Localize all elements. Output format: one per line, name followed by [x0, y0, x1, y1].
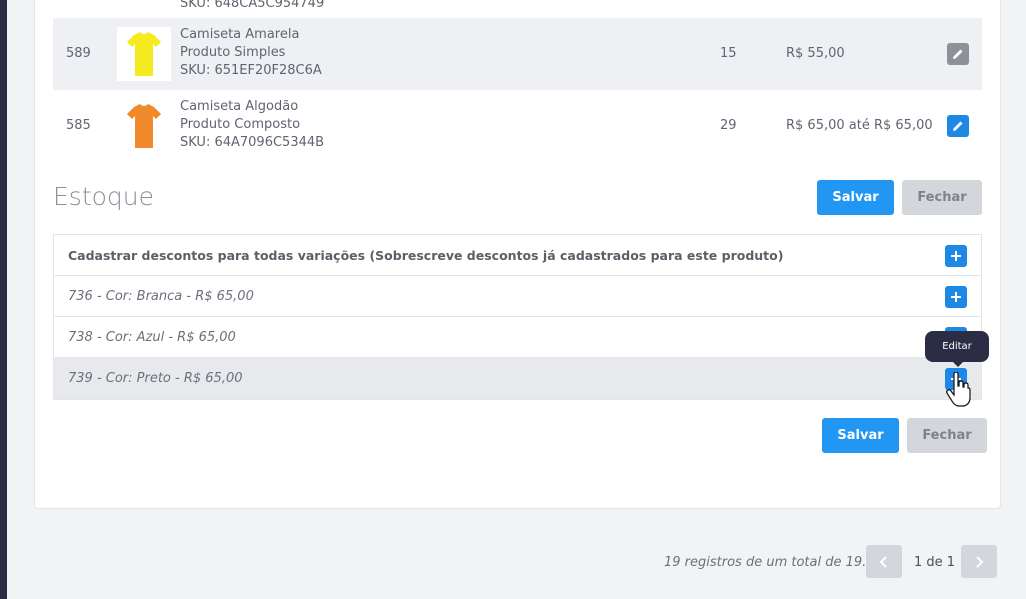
records-summary: 19 registros de um total de 19. [664, 555, 867, 570]
save-button[interactable]: Salvar [822, 418, 899, 453]
variant-row: 736 - Cor: Branca - R$ 65,00 [54, 276, 981, 317]
product-sku: SKU: 648CA5C954749 [180, 0, 325, 11]
product-name: Camiseta Amarela [180, 27, 300, 42]
product-sku: SKU: 651EF20F28C6A [180, 63, 322, 78]
product-price: R$ 55,00 [786, 46, 845, 61]
product-thumbnail [117, 99, 171, 153]
variant-row: 738 - Cor: Azul - R$ 65,00 [54, 317, 981, 358]
discount-all-variations-row: Cadastrar descontos para todas variações… [54, 235, 981, 276]
section-title: Estoque [53, 182, 155, 211]
variant-label: 739 - Cor: Preto - R$ 65,00 [68, 371, 243, 386]
previous-page-button[interactable] [866, 545, 902, 578]
plus-icon [951, 251, 961, 261]
page-indicator: 1 de 1 [914, 555, 956, 570]
save-button[interactable]: Salvar [817, 180, 894, 215]
hand-cursor-icon [946, 372, 971, 407]
discount-table: Cadastrar descontos para todas variações… [53, 234, 982, 400]
product-type: Produto Simples [180, 45, 286, 60]
chevron-right-icon [976, 555, 984, 568]
close-button[interactable]: Fechar [907, 418, 987, 453]
product-row: 585 Camiseta Algodão Produto Composto SK… [53, 90, 982, 162]
add-discount-button[interactable] [945, 245, 967, 267]
product-id: 589 [66, 46, 91, 61]
plus-icon [951, 292, 961, 302]
product-quantity: 29 [720, 118, 737, 133]
next-page-button[interactable] [961, 545, 997, 578]
close-button[interactable]: Fechar [902, 180, 982, 215]
discount-header-label: Cadastrar descontos para todas variações… [68, 247, 784, 263]
add-discount-button[interactable] [945, 286, 967, 308]
product-id: 585 [66, 118, 91, 133]
pencil-icon [953, 121, 963, 131]
product-name: Camiseta Algodão [180, 99, 299, 114]
variant-label: 736 - Cor: Branca - R$ 65,00 [68, 288, 254, 304]
product-price: R$ 65,00 até R$ 65,00 [786, 118, 933, 133]
edit-button[interactable] [947, 43, 969, 65]
left-sidebar-edge [0, 0, 7, 599]
tooltip-arrow [953, 362, 963, 367]
product-type: Produto Composto [180, 117, 301, 132]
edit-button[interactable] [947, 115, 969, 137]
product-sku: SKU: 64A7096C5344B [180, 135, 325, 150]
variant-label: 738 - Cor: Azul - R$ 65,00 [68, 329, 236, 345]
product-row: 589 Camiseta Amarela Produto Simples SKU… [53, 18, 982, 90]
chevron-left-icon [879, 555, 887, 568]
variant-row: 739 - Cor: Preto - R$ 65,00 [54, 358, 981, 399]
product-thumbnail [117, 27, 171, 81]
tooltip: Editar [925, 331, 989, 362]
product-quantity: 15 [720, 46, 737, 61]
pencil-icon [953, 49, 963, 59]
